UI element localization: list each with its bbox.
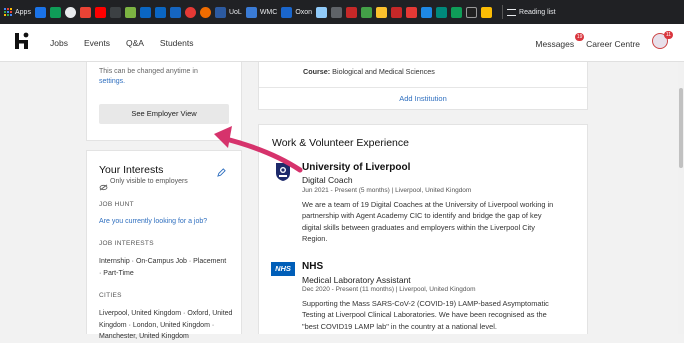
bookmark-favicon[interactable] [376, 6, 388, 18]
bookmark-favicon[interactable] [169, 6, 181, 18]
bookmark-favicon[interactable] [184, 6, 196, 18]
job-interests-text: Internship · On-Campus Job · Placement ·… [99, 258, 227, 277]
reading-list-label: Reading list [519, 8, 556, 16]
oxon-favicon [281, 6, 293, 18]
experience-description: Supporting the Mass SARS-CoV-2 (COVID-19… [302, 298, 587, 332]
bookmark-favicon[interactable] [124, 6, 136, 18]
apps-bookmark[interactable]: Apps [4, 5, 31, 19]
experience-org[interactable]: University of Liverpool [302, 162, 410, 173]
messages-link[interactable]: Messages 19 [535, 32, 585, 49]
university-crest-icon [275, 162, 291, 187]
experience-role: Digital Coach [302, 175, 353, 185]
bookmark-favicon[interactable] [481, 6, 493, 18]
bookmark-favicon[interactable] [466, 6, 478, 18]
avatar-badge: 11 [664, 31, 673, 39]
nav-links: Jobs Events Q&A Students [50, 38, 193, 48]
education-card: Course: Biological and Medical Sciences … [258, 62, 588, 110]
education-divider [259, 87, 587, 88]
description-line: We are a team of 19 Digital Coaches at t… [302, 200, 554, 209]
bookmark-label: UoL [228, 8, 242, 16]
eye-slash-icon [99, 178, 108, 196]
bookmark-favicon[interactable] [154, 6, 166, 18]
experience-meta: Dec 2020 - Present (11 months) | Liverpo… [302, 286, 476, 293]
experience-description: We are a team of 19 Digital Coaches at t… [302, 199, 587, 244]
apps-label: Apps [15, 8, 31, 16]
bookmark-favicon[interactable] [316, 6, 328, 18]
bookmark-favicon[interactable] [79, 6, 91, 18]
bookmark-favicon[interactable] [109, 6, 121, 18]
interests-title: Your Interests [99, 164, 164, 176]
profile-visibility-card: This can be changed anytime in settings.… [86, 62, 242, 141]
handshake-logo-icon[interactable] [14, 32, 32, 55]
description-line: Region. [302, 233, 328, 243]
description-line: partnership with Agent Academy CIC to id… [302, 211, 542, 221]
visibility-note: This can be changed anytime in [99, 68, 198, 75]
bookmark-favicon[interactable] [199, 6, 211, 18]
wmc-favicon [245, 6, 257, 18]
avatar[interactable]: 11 [652, 31, 673, 49]
job-interests-header: JOB INTERESTS [99, 240, 154, 247]
bookmark-oxon[interactable]: Oxon [281, 5, 312, 19]
description-line: digital skills between graduates and emp… [302, 222, 535, 232]
description-line: Supporting the Mass SARS-CoV-2 (COVID-19… [302, 299, 549, 308]
uol-favicon [214, 6, 226, 18]
nav-students[interactable]: Students [160, 38, 194, 48]
edit-pencil-icon[interactable] [217, 164, 226, 182]
nav-right: Messages 19 Career Centre 11 [535, 31, 673, 49]
nav-jobs[interactable]: Jobs [50, 38, 68, 48]
cities-header: CITIES [99, 292, 122, 299]
messages-badge: 19 [575, 32, 585, 41]
experience-role: Medical Laboratory Assistant [302, 275, 411, 285]
bookmark-favicon[interactable] [64, 6, 76, 18]
settings-link[interactable]: settings. [99, 78, 125, 85]
see-employer-view-button[interactable]: See Employer View [99, 104, 229, 124]
bookmark-favicon[interactable] [451, 6, 463, 18]
job-hunt-link[interactable]: Are you currently looking for a job? [99, 218, 207, 225]
bookmark-favicon[interactable] [331, 6, 343, 18]
course-value: Biological and Medical Sciences [332, 67, 435, 76]
apps-grid-icon [4, 8, 12, 16]
bookmark-favicon[interactable] [139, 6, 151, 18]
reading-list-icon [507, 8, 517, 16]
bookmark-favicon[interactable] [346, 6, 358, 18]
bookmark-uol[interactable]: UoL [214, 5, 242, 19]
add-institution-link[interactable]: Add Institution [259, 94, 587, 103]
job-hunt-header: JOB HUNT [99, 201, 134, 208]
experience-meta: Jun 2021 - Present (5 months) | Liverpoo… [302, 187, 472, 194]
bookmark-favicon[interactable] [391, 6, 403, 18]
bookmark-label: WMC [259, 8, 278, 16]
reading-list[interactable]: Reading list [507, 5, 556, 19]
scrollbar-thumb[interactable] [679, 88, 683, 168]
bookmark-favicon[interactable] [34, 6, 46, 18]
description-line: Testing at Liverpool Clinical Laboratori… [302, 310, 547, 320]
bookmark-wmc[interactable]: WMC [245, 5, 278, 19]
career-centre-link[interactable]: Career Centre [586, 39, 640, 49]
bookmark-favicon[interactable] [361, 6, 373, 18]
messages-label: Messages [535, 38, 575, 49]
bookmark-label: Oxon [295, 8, 313, 16]
bookmark-favicon[interactable] [49, 6, 61, 18]
experience-org[interactable]: NHS [302, 261, 323, 272]
experience-section-title: Work & Volunteer Experience [272, 137, 409, 149]
nav-qa[interactable]: Q&A [126, 38, 144, 48]
bookmark-favicon[interactable] [436, 6, 448, 18]
nhs-logo-icon: NHS [271, 262, 295, 276]
experience-card: Work & Volunteer Experience University o… [258, 124, 588, 334]
nav-events[interactable]: Events [84, 38, 110, 48]
course-label: Course: [303, 67, 331, 76]
bookmark-favicon[interactable] [421, 6, 433, 18]
bookmark-separator [502, 5, 504, 19]
description-line: "best COVID19 LAMP lab" in the country a… [302, 321, 497, 331]
cities-text: Liverpool, United Kingdom · Oxford, Unit… [99, 310, 233, 340]
bookmark-favicon[interactable] [406, 6, 418, 18]
interests-card: Your Interests Only visible to employers… [86, 150, 242, 340]
course-line: Course: Biological and Medical Sciences [303, 67, 435, 76]
bookmarks-bar: Apps UoL WMC Oxon Reading list [0, 0, 684, 24]
visibility-label: Only visible to employers [110, 178, 188, 185]
bookmark-favicon[interactable] [94, 6, 106, 18]
